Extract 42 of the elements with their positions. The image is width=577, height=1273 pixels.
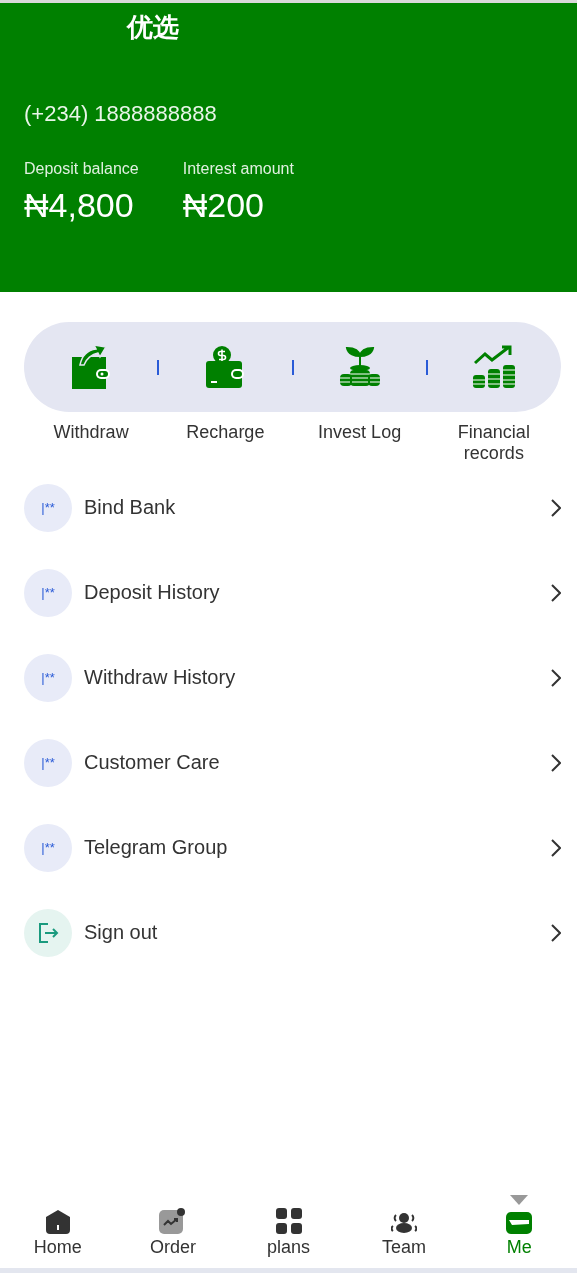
phone-number: (+234) 1888888888 bbox=[24, 101, 218, 127]
chevron-right-icon bbox=[551, 668, 561, 687]
wallet-arrow-icon bbox=[70, 343, 113, 391]
chevron-right-icon bbox=[551, 583, 561, 602]
menu-glyph-icon: |** bbox=[24, 823, 72, 872]
tab-item[interactable]: plans bbox=[230, 1183, 347, 1268]
menu-item[interactable]: |** Customer Care bbox=[24, 720, 561, 805]
action-link[interactable]: Invest Log bbox=[314, 422, 405, 443]
chevron-right-icon bbox=[551, 498, 561, 517]
tab-item[interactable]: Order bbox=[115, 1183, 231, 1268]
tab-item[interactable]: Home bbox=[0, 1183, 116, 1268]
action-link[interactable]: Financial records bbox=[448, 422, 539, 464]
menu-item[interactable]: |** Deposit History bbox=[24, 550, 561, 635]
menu-glyph-icon: |** bbox=[24, 483, 72, 532]
stat-label: Interest amount bbox=[182, 160, 294, 178]
chevron-right-icon bbox=[551, 923, 561, 942]
home-icon bbox=[44, 1210, 71, 1234]
sprout-coins-icon bbox=[338, 346, 381, 388]
action-link[interactable]: Withdraw bbox=[46, 422, 137, 443]
stat-label: Deposit balance bbox=[24, 160, 139, 178]
menu-item[interactable]: |** Telegram Group bbox=[24, 805, 561, 890]
chart-square-icon bbox=[159, 1208, 188, 1234]
app-title: 优选 bbox=[127, 11, 180, 43]
menu-glyph-icon: |** bbox=[24, 568, 72, 617]
logout-icon bbox=[37, 921, 59, 944]
menu-glyph-icon: |** bbox=[24, 738, 72, 787]
stat-value: ₦200 bbox=[182, 186, 266, 225]
tab-item[interactable]: Team bbox=[346, 1183, 462, 1268]
tab-item[interactable]: Me bbox=[461, 1183, 577, 1268]
menu-glyph-icon: |** bbox=[24, 653, 72, 702]
stat-value: ₦4,800 bbox=[24, 186, 135, 225]
growth-chart-coins-icon bbox=[471, 345, 516, 389]
chevron-right-icon bbox=[551, 838, 561, 857]
action-link[interactable]: Recharge bbox=[180, 422, 271, 443]
menu-item[interactable]: |** Withdraw History bbox=[24, 635, 561, 720]
team-icon bbox=[390, 1212, 417, 1234]
grid-icon bbox=[275, 1208, 302, 1234]
menu-item[interactable]: Sign out bbox=[24, 890, 561, 975]
wallet-icon bbox=[506, 1212, 533, 1234]
wallet-dollar-icon bbox=[205, 345, 246, 389]
chevron-right-icon bbox=[551, 753, 561, 772]
menu-item[interactable]: |** Bind Bank bbox=[24, 465, 561, 550]
